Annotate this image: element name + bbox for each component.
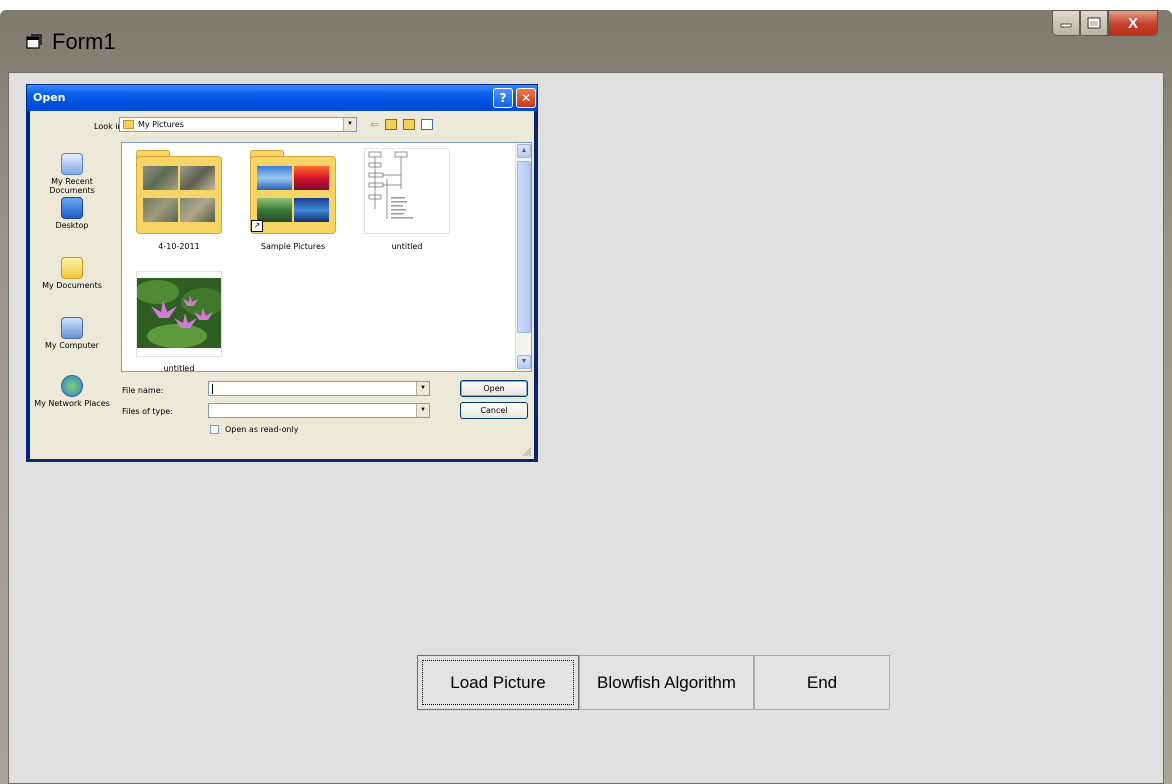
file-item-folder[interactable]: 4-10-2011 (124, 148, 224, 258)
place-label: My Computer (45, 341, 99, 350)
place-desktop[interactable]: Desktop (30, 197, 114, 230)
title-bar[interactable]: Form1 (8, 10, 908, 72)
scroll-down-icon[interactable]: ▼ (517, 355, 531, 369)
file-name: Sample Pictures (260, 242, 326, 251)
file-name-label: File name: (122, 386, 164, 395)
text-caret (212, 384, 213, 394)
file-item-image[interactable]: untitled (124, 271, 225, 381)
file-name: untitled (163, 364, 195, 372)
blowfish-label: Blowfish Algorithm (597, 673, 736, 692)
place-my-computer[interactable]: My Computer (30, 317, 114, 350)
file-item-folder-shortcut[interactable]: ↗ Sample Pictures (238, 148, 338, 258)
dialog-title: Open (33, 91, 66, 104)
place-label: My Network Places (34, 399, 110, 408)
my-computer-icon (61, 317, 83, 339)
close-button[interactable]: X (1108, 10, 1158, 36)
chevron-down-icon[interactable]: ▼ (416, 382, 429, 395)
help-button[interactable]: ? (493, 88, 513, 108)
read-only-label: Open as read-only (225, 425, 299, 434)
maximize-button[interactable] (1080, 10, 1108, 36)
chevron-down-icon[interactable]: ▼ (416, 404, 429, 417)
open-button[interactable]: Open (460, 380, 528, 397)
back-arrow-icon[interactable]: ⇐ (370, 118, 379, 131)
resize-grip-icon[interactable] (522, 447, 532, 457)
new-folder-icon[interactable] (403, 119, 416, 130)
places-bar: My Recent Documents Desktop My Documents… (30, 139, 114, 455)
desktop-icon (61, 197, 83, 219)
file-item-image[interactable]: untitled (352, 148, 452, 258)
open-dialog: Open ? ✕ Look in: My Pictures ▼ ⇐ My Rec… (26, 84, 538, 462)
scroll-thumb[interactable] (517, 161, 531, 333)
place-label: Desktop (55, 221, 89, 230)
recent-documents-icon (61, 153, 83, 175)
place-recent-documents[interactable]: My Recent Documents (30, 153, 114, 195)
dialog-title-bar[interactable]: Open ? ✕ (27, 85, 537, 111)
app-icon (26, 34, 42, 49)
file-name: untitled (391, 242, 423, 251)
end-label: End (806, 673, 838, 692)
dialog-close-button[interactable]: ✕ (516, 88, 536, 108)
cancel-button[interactable]: Cancel (460, 402, 528, 419)
diagram-thumbnail-icon (368, 151, 413, 219)
read-only-checkbox[interactable] (210, 425, 219, 434)
file-name: 4-10-2011 (158, 242, 200, 251)
flower-photo-icon (135, 278, 225, 348)
look-in-dropdown[interactable]: My Pictures ▼ (119, 117, 357, 132)
network-places-icon (61, 375, 83, 397)
files-of-type-dropdown[interactable]: ▼ (208, 403, 430, 418)
file-list[interactable]: 4-10-2011 ↗ Sample Pictures untitled unt… (121, 142, 532, 372)
folder-icon (136, 148, 222, 234)
image-thumbnail (135, 271, 225, 357)
place-my-documents[interactable]: My Documents (30, 257, 114, 290)
image-thumbnail (364, 148, 450, 234)
minimize-icon (1060, 23, 1072, 28)
minimize-button[interactable] (1052, 10, 1080, 36)
end-button[interactable]: End (754, 655, 890, 710)
close-icon: ✕ (520, 91, 532, 105)
place-network-places[interactable]: My Network Places (30, 375, 114, 408)
folder-icon (123, 120, 134, 129)
place-label: My Documents (42, 281, 102, 290)
folder-icon: ↗ (250, 148, 336, 234)
dialog-body: Look in: My Pictures ▼ ⇐ My Recent Docum… (30, 111, 534, 459)
help-icon: ? (499, 91, 507, 105)
maximize-icon (1087, 17, 1101, 29)
load-picture-button[interactable]: Load Picture (417, 655, 579, 710)
shortcut-arrow-icon: ↗ (251, 220, 263, 232)
close-icon: X (1127, 14, 1138, 32)
scroll-up-icon[interactable]: ▲ (517, 144, 531, 158)
up-folder-icon[interactable] (385, 119, 398, 130)
file-name-input[interactable]: ▼ (208, 381, 430, 396)
window-title: Form1 (52, 29, 116, 54)
look-in-value: My Pictures (138, 120, 184, 129)
view-menu-icon[interactable] (421, 119, 434, 130)
my-documents-icon (61, 257, 83, 279)
files-of-type-label: Files of type: (122, 407, 173, 416)
file-list-scrollbar[interactable]: ▲ ▼ (515, 143, 531, 371)
place-label: My Recent Documents (49, 177, 95, 195)
blowfish-algorithm-button[interactable]: Blowfish Algorithm (579, 655, 754, 710)
chevron-down-icon[interactable]: ▼ (343, 118, 356, 131)
load-picture-label: Load Picture (450, 673, 546, 692)
